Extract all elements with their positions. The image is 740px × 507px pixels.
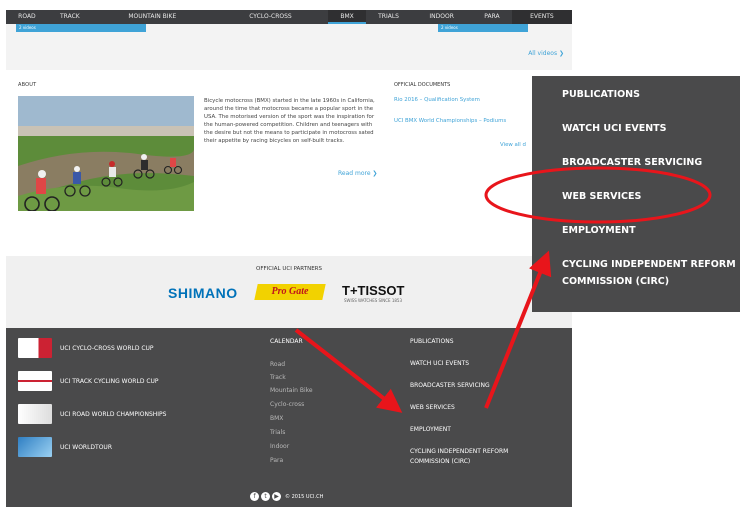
nav-indoor[interactable]: INDOOR: [411, 10, 472, 24]
pro-gate-logo-text: Pro Gate: [271, 286, 309, 297]
calendar-heading: CALENDAR: [270, 338, 303, 345]
calendar-bmx[interactable]: BMX: [270, 415, 283, 422]
about-heading: ABOUT: [18, 82, 37, 88]
calendar-road[interactable]: Road: [270, 361, 285, 368]
uci-website-screenshot: ROAD TRACK MOUNTAIN BIKE CYCLO-CROSS BMX…: [6, 0, 572, 507]
footer-event-track[interactable]: UCI TRACK CYCLING WORLD CUP: [18, 371, 159, 391]
nav-mountain-bike[interactable]: MOUNTAIN BIKE: [92, 10, 213, 24]
site-footer: UCI CYCLO-CROSS WORLD CUP UCI TRACK CYCL…: [6, 328, 572, 507]
footer-link-circ-line1[interactable]: CYCLING INDEPENDENT REFORM: [410, 448, 508, 455]
bmx-race-photo: [18, 96, 194, 211]
menu-employment[interactable]: EMPLOYMENT: [562, 224, 636, 237]
calendar-indoor[interactable]: Indoor: [270, 443, 289, 450]
road-world-championships-logo: [18, 404, 52, 424]
about-paragraph: Bicycle motocross (BMX) started in the l…: [204, 98, 375, 144]
document-link-qualification[interactable]: Rio 2016 – Qualification System: [394, 97, 480, 103]
nav-bmx[interactable]: BMX: [328, 10, 366, 24]
calendar-track[interactable]: Track: [270, 374, 286, 381]
video-tab-left[interactable]: 2 videos: [16, 24, 146, 32]
menu-publications[interactable]: PUBLICATIONS: [562, 88, 640, 101]
calendar-mountain-bike[interactable]: Mountain Bike: [270, 387, 313, 394]
footer-link-watch-uci-events[interactable]: WATCH UCI EVENTS: [410, 360, 469, 367]
nav-cyclo-cross[interactable]: CYCLO-CROSS: [213, 10, 328, 24]
view-all-documents-link[interactable]: View all d: [500, 142, 526, 148]
top-navigation: ROAD TRACK MOUNTAIN BIKE CYCLO-CROSS BMX…: [6, 10, 572, 24]
zoomed-footer-menu: PUBLICATIONS WATCH UCI EVENTS BROADCASTE…: [532, 76, 740, 312]
nav-para[interactable]: PARA: [472, 10, 512, 24]
footer-event-label: UCI CYCLO-CROSS WORLD CUP: [60, 344, 154, 352]
calendar-trials[interactable]: Trials: [270, 429, 285, 436]
menu-circ-line2[interactable]: COMMISSION (CIRC): [562, 275, 669, 288]
footer-event-label: UCI ROAD WORLD CHAMPIONSHIPS: [60, 410, 167, 418]
menu-web-services[interactable]: WEB SERVICES: [562, 190, 641, 203]
footer-link-employment[interactable]: EMPLOYMENT: [410, 426, 451, 433]
shimano-logo[interactable]: SHIMANO: [168, 285, 238, 301]
footer-event-label: UCI WORLDTOUR: [60, 443, 112, 451]
worldtour-logo: [18, 437, 52, 457]
nav-track[interactable]: TRACK: [48, 10, 92, 24]
footer-link-web-services[interactable]: WEB SERVICES: [410, 404, 455, 411]
calendar-para[interactable]: Para: [270, 457, 283, 464]
calendar-cyclo-cross[interactable]: Cyclo-cross: [270, 401, 304, 408]
tissot-tagline: SWISS WATCHES SINCE 1853: [344, 298, 403, 303]
footer-link-publications[interactable]: PUBLICATIONS: [410, 338, 454, 345]
footer-event-label: UCI TRACK CYCLING WORLD CUP: [60, 377, 159, 385]
menu-circ-line1[interactable]: CYCLING INDEPENDENT REFORM: [562, 258, 736, 271]
menu-watch-uci-events[interactable]: WATCH UCI EVENTS: [562, 122, 667, 135]
facebook-icon[interactable]: f: [250, 492, 259, 501]
video-tab-right[interactable]: 2 videos: [438, 24, 528, 32]
nav-road[interactable]: ROAD: [6, 10, 48, 24]
menu-broadcaster-servicing[interactable]: BROADCASTER SERVICING: [562, 156, 702, 169]
footer-link-circ-line2[interactable]: COMMISSION (CIRC): [410, 458, 470, 465]
track-world-cup-logo: [18, 371, 52, 391]
video-strip: 2 videos 2 videos: [6, 24, 572, 70]
footer-event-worldtour[interactable]: UCI WORLDTOUR: [18, 437, 112, 457]
footer-event-cyclo-cross[interactable]: UCI CYCLO-CROSS WORLD CUP: [18, 338, 154, 358]
tissot-logo[interactable]: T+TISSOT: [342, 283, 404, 298]
copyright-text: © 2015 UCI.CH: [285, 493, 324, 500]
footer-event-road[interactable]: UCI ROAD WORLD CHAMPIONSHIPS: [18, 404, 166, 424]
video-tab-right-label: 2 videos: [441, 25, 458, 30]
social-links: f t ▶ © 2015 UCI.CH: [250, 492, 323, 501]
youtube-icon[interactable]: ▶: [272, 492, 281, 501]
nav-events[interactable]: EVENTS: [511, 10, 572, 24]
pro-gate-logo[interactable]: Pro Gate: [254, 284, 326, 300]
all-videos-link[interactable]: All videos ❯: [528, 50, 564, 57]
footer-link-broadcaster-servicing[interactable]: BROADCASTER SERVICING: [410, 382, 490, 389]
video-tab-left-label: 2 videos: [19, 25, 36, 30]
nav-trials[interactable]: TRIALS: [366, 10, 411, 24]
read-more-link[interactable]: Read more ❯: [338, 170, 377, 177]
document-link-podiums[interactable]: UCI BMX World Championships – Podiums: [394, 118, 506, 124]
twitter-icon[interactable]: t: [261, 492, 270, 501]
partners-section: OFFICIAL UCI PARTNERS SHIMANO Pro Gate T…: [6, 256, 572, 328]
official-documents-heading: OFFICIAL DOCUMENTS: [394, 82, 451, 88]
partners-heading: OFFICIAL UCI PARTNERS: [256, 266, 322, 272]
cyclo-cross-world-cup-logo: [18, 338, 52, 358]
